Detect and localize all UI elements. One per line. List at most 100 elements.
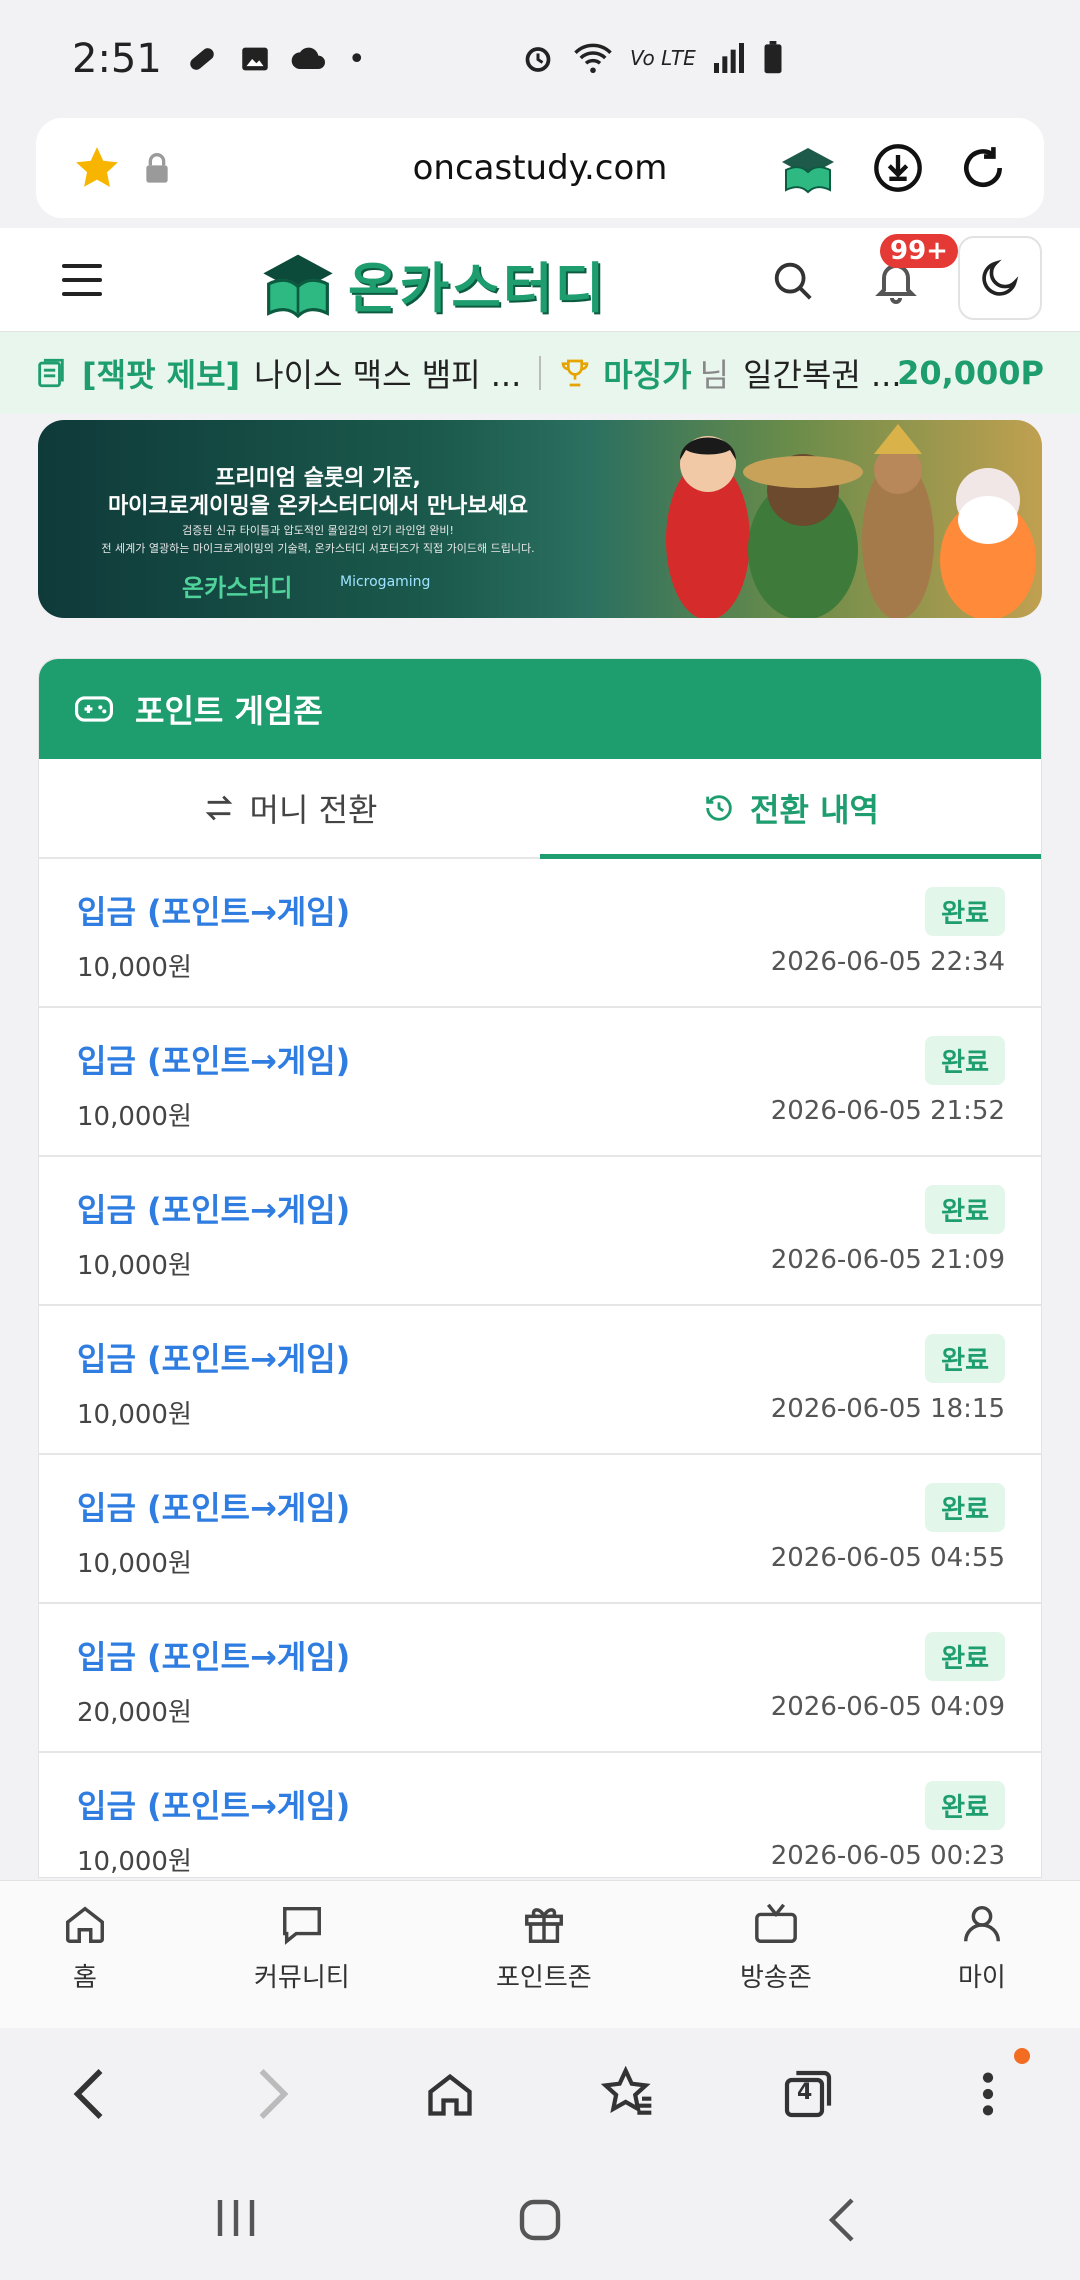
nav-item-point-zone[interactable]: 포인트존 [496, 1901, 592, 1994]
notification-badge: 99+ [880, 234, 958, 268]
menu-icon[interactable] [62, 264, 102, 296]
history-row[interactable]: 입금 (포인트→게임) 10,000원 완료 2026-06-05 18:15 [39, 1306, 1041, 1455]
nav-item-home[interactable]: 홈 [62, 1901, 108, 1994]
row-amount: 10,000원 [77, 1847, 192, 1877]
history-row[interactable]: 입금 (포인트→게임) 10,000원 완료 2026-06-05 21:52 [39, 1008, 1041, 1157]
back-icon[interactable] [66, 2066, 112, 2122]
row-title: 입금 (포인트→게임) [77, 1787, 351, 1825]
gift-icon [524, 1908, 563, 1943]
tab-label: 머니 전환 [249, 791, 378, 829]
tab-money-exchange[interactable]: 머니 전환 [39, 759, 540, 857]
home-icon[interactable] [424, 2066, 476, 2122]
history-row[interactable]: 입금 (포인트→게임) 10,000원 완료 2026-06-05 22:34 [39, 859, 1041, 1008]
logo-book-icon [263, 254, 333, 318]
banner-line-2: 마이크로게이밍을 온카스터디에서 만나보세요 [107, 494, 529, 519]
recents-icon[interactable] [212, 2196, 260, 2240]
history-icon [706, 795, 732, 821]
history-row[interactable]: 입금 (포인트→게임) 10,000원 완료 2026-06-05 04:55 [39, 1455, 1041, 1604]
battery-icon [764, 41, 782, 74]
row-amount: 10,000원 [77, 953, 192, 983]
home-button-icon[interactable] [516, 2196, 564, 2244]
row-amount: 20,000원 [77, 1698, 192, 1728]
download-icon[interactable] [872, 142, 924, 194]
ticker-points: 20,000P [897, 354, 1044, 392]
android-nav-bar [0, 2156, 1080, 2280]
status-badge: 완료 [925, 1036, 1005, 1085]
site-logo[interactable]: 온카스터디 [258, 244, 606, 323]
row-date: 2026-06-05 04:55 [770, 1543, 1005, 1573]
banner-logo: 온카스터디 [182, 574, 293, 602]
signal-icon [713, 43, 744, 73]
row-date: 2026-06-05 00:23 [770, 1841, 1005, 1871]
zone-title: 포인트 게임존 [135, 692, 323, 730]
home-icon [66, 1906, 104, 1943]
nav-item-broadcast[interactable]: 방송존 [740, 1901, 812, 1994]
status-badge: 완료 [925, 887, 1005, 936]
document-icon [38, 358, 64, 388]
row-title: 입금 (포인트→게임) [77, 1042, 351, 1080]
banner-line-3: 검증된 신규 타이틀과 압도적인 몰입감의 인기 라인업 완비! [182, 524, 454, 537]
tab-exchange-history[interactable]: 전환 내역 [540, 759, 1041, 859]
zone-tabs: 머니 전환 전환 내역 [39, 759, 1041, 859]
ticker-suffix: 님 [699, 356, 730, 394]
row-amount: 10,000원 [77, 1102, 192, 1132]
site-bottom-nav: 홈 커뮤니티 포인트존 방송존 마이 [0, 1880, 1080, 2028]
banner-line-4: 전 세계가 열광하는 마이크로게이밍의 기술력, 온카스터디 서포터즈가 직접 … [101, 542, 535, 555]
tabs-button[interactable]: 4 [780, 2066, 836, 2126]
nav-label: 방송존 [740, 1963, 812, 1993]
nav-label: 마이 [958, 1963, 1006, 1993]
user-icon [963, 1905, 1000, 1942]
news-ticker[interactable]: [잭팟 제보] 나이스 맥스 뱀피 ... 마징가 님 일간복권 ... 20,… [0, 332, 1080, 414]
trophy-icon [561, 359, 589, 387]
history-row[interactable]: 입금 (포인트→게임) 10,000원 완료 2026-06-05 21:09 [39, 1157, 1041, 1306]
nav-item-my[interactable]: 마이 [958, 1901, 1006, 1994]
moon-icon [982, 259, 1019, 296]
tab-label: 전환 내역 [750, 791, 879, 829]
point-game-zone: 포인트 게임존 머니 전환 전환 내역 입금 (포인트→게임) 10,000원 … [38, 658, 1042, 1878]
reload-icon[interactable] [958, 143, 1008, 193]
row-amount: 10,000원 [77, 1549, 192, 1579]
nav-label: 홈 [73, 1963, 97, 1993]
row-date: 2026-06-05 21:52 [770, 1096, 1005, 1126]
row-date: 2026-06-05 04:09 [770, 1692, 1005, 1722]
row-amount: 10,000원 [77, 1400, 192, 1430]
promo-banner[interactable]: 프리미엄 슬롯의 기준, 마이크로게이밍을 온카스터디에서 만나보세요 검증된 … [38, 420, 1042, 618]
swap-icon [205, 795, 232, 821]
image-icon [242, 47, 268, 71]
nav-item-community[interactable]: 커뮤니티 [254, 1901, 350, 1994]
banner-partner: Microgaming [340, 574, 431, 590]
browser-toolbar: 4 [0, 2028, 1080, 2156]
site-favicon-icon[interactable] [778, 142, 838, 194]
chat-icon [282, 1906, 321, 1945]
ticker-divider [539, 356, 542, 390]
cloud-icon [291, 47, 325, 69]
pill-icon [190, 48, 214, 70]
banner-characters-image [666, 424, 1036, 618]
ticker-message: 나이스 맥스 뱀피 ... [254, 356, 522, 394]
status-badge: 완료 [925, 1483, 1005, 1532]
bookmarks-icon[interactable] [600, 2066, 656, 2122]
status-badge: 완료 [925, 1185, 1005, 1234]
row-date: 2026-06-05 22:34 [770, 947, 1005, 977]
row-title: 입금 (포인트→게임) [77, 1340, 351, 1378]
back-nav-icon[interactable] [822, 2196, 862, 2244]
history-list: 입금 (포인트→게임) 10,000원 완료 2026-06-05 22:34 … [39, 859, 1041, 1877]
more-menu-icon[interactable] [968, 2066, 1008, 2122]
theme-toggle-button[interactable] [958, 236, 1042, 320]
address-bar[interactable]: oncastudy.com [36, 118, 1044, 218]
row-title: 입금 (포인트→게임) [77, 1489, 351, 1527]
history-row[interactable]: 입금 (포인트→게임) 20,000원 완료 2026-06-05 04:09 [39, 1604, 1041, 1753]
logo-text: 온카스터디 [348, 257, 607, 320]
history-row[interactable]: 입금 (포인트→게임) 10,000원 완료 2026-06-05 00:23 [39, 1753, 1041, 1877]
search-icon[interactable] [770, 258, 816, 304]
forward-icon[interactable] [250, 2066, 296, 2122]
tabs-count: 4 [797, 2080, 813, 2105]
volte-label: Vo LTE [630, 46, 696, 70]
ticker-message-2: 일간복권 ... [743, 356, 902, 394]
star-icon[interactable] [72, 143, 122, 193]
row-title: 입금 (포인트→게임) [77, 893, 351, 931]
wifi-icon [574, 43, 612, 74]
nav-label: 커뮤니티 [254, 1963, 350, 1993]
alarm-icon [525, 47, 551, 72]
ticker-tag: [잭팟 제보] [82, 356, 241, 394]
